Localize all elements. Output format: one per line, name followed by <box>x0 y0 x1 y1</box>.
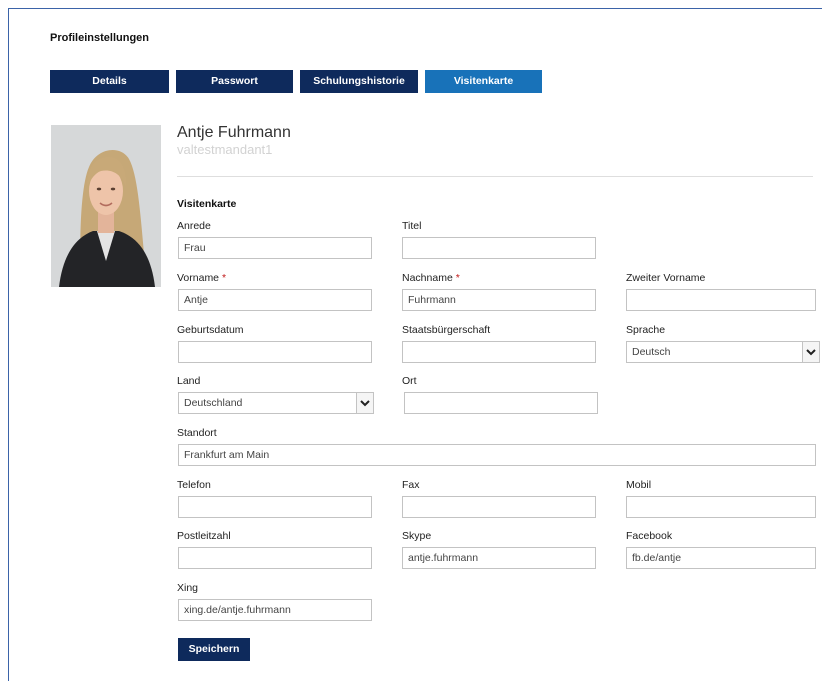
required-mark: * <box>221 272 227 284</box>
frame-border-top <box>8 8 822 9</box>
section-title: Visitenkarte <box>177 198 237 210</box>
telefon-input[interactable] <box>178 496 372 518</box>
sprache-select-value: Deutsch <box>632 346 671 358</box>
ort-input[interactable] <box>404 392 598 414</box>
titel-label: Titel <box>402 220 422 232</box>
skype-input[interactable] <box>402 547 596 569</box>
anrede-input[interactable] <box>178 237 372 259</box>
user-tenant: valtestmandant1 <box>177 142 273 157</box>
xing-label: Xing <box>177 582 199 594</box>
anrede-label: Anrede <box>177 220 211 232</box>
facebook-input[interactable] <box>626 547 816 569</box>
tab-passwort[interactable]: Passwort <box>176 70 293 93</box>
vorname-input[interactable] <box>178 289 372 311</box>
titel-input[interactable] <box>402 237 596 259</box>
ort-label: Ort <box>402 375 417 387</box>
sprache-select[interactable]: Deutsch <box>626 341 820 363</box>
standort-input[interactable] <box>178 444 816 466</box>
fax-label: Fax <box>402 479 420 491</box>
frame-border-left <box>8 8 9 681</box>
tab-schulungshistorie[interactable]: Schulungshistorie <box>300 70 418 93</box>
land-select[interactable]: Deutschland <box>178 392 374 414</box>
save-button[interactable]: Speichern <box>178 638 250 661</box>
tab-visitenkarte[interactable]: Visitenkarte <box>425 70 542 93</box>
nachname-label-text: Nachname <box>402 272 453 284</box>
required-mark: * <box>455 272 460 284</box>
postleitzahl-label: Postleitzahl <box>177 530 231 542</box>
zweiter-vorname-label: Zweiter Vorname <box>626 272 706 284</box>
standort-label: Standort <box>177 427 217 439</box>
skype-label: Skype <box>402 530 432 542</box>
zweiter-vorname-input[interactable] <box>626 289 816 311</box>
mobil-input[interactable] <box>626 496 816 518</box>
postleitzahl-input[interactable] <box>178 547 372 569</box>
xing-input[interactable] <box>178 599 372 621</box>
profile-photo <box>51 125 161 287</box>
geburtsdatum-label: Geburtsdatum <box>177 324 244 336</box>
nachname-label: Nachname * <box>402 272 460 284</box>
facebook-label: Facebook <box>626 530 673 542</box>
chevron-down-icon[interactable] <box>802 342 819 362</box>
nachname-input[interactable] <box>402 289 596 311</box>
land-label: Land <box>177 375 201 387</box>
tab-details[interactable]: Details <box>50 70 169 93</box>
sprache-label: Sprache <box>626 324 666 336</box>
telefon-label: Telefon <box>177 479 211 491</box>
page-title: Profileinstellungen <box>50 32 150 44</box>
avatar <box>51 125 161 287</box>
divider <box>177 176 813 177</box>
chevron-down-icon[interactable] <box>356 393 373 413</box>
vorname-label-text: Vorname <box>177 272 220 284</box>
mobil-label: Mobil <box>626 479 652 491</box>
vorname-label: Vorname * <box>177 272 226 284</box>
fax-input[interactable] <box>402 496 596 518</box>
staatsbuergerschaft-label: Staatsbürgerschaft <box>402 324 491 336</box>
geburtsdatum-input[interactable] <box>178 341 372 363</box>
land-select-value: Deutschland <box>184 397 243 409</box>
staatsbuergerschaft-input[interactable] <box>402 341 596 363</box>
user-name: Antje Fuhrmann <box>177 124 291 141</box>
